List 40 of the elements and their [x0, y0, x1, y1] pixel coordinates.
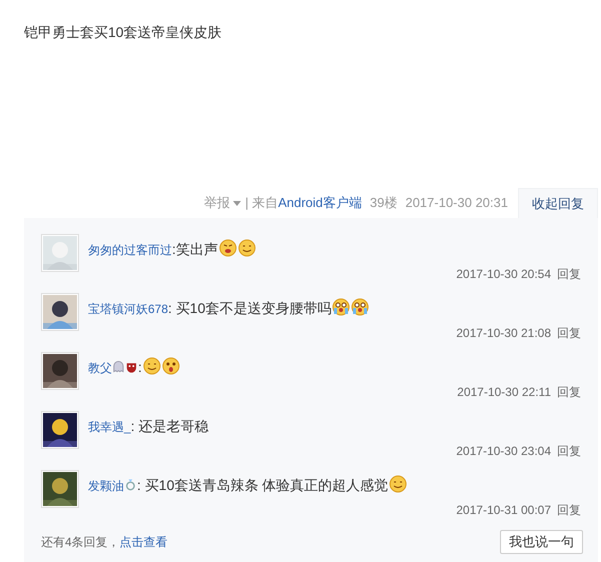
reply-link[interactable]: 回复: [557, 442, 581, 460]
reply-link[interactable]: 回复: [557, 324, 581, 342]
reply-text: : 还是老哥稳: [130, 418, 208, 434]
reply-text: :笑出声: [172, 241, 218, 257]
reply-text: :: [138, 359, 142, 375]
post-time: 2017-10-30 20:31: [405, 194, 508, 212]
floor-number: 39楼: [370, 194, 398, 212]
reply-text: : 买10套送青岛辣条 体验真正的超人感觉: [137, 477, 388, 493]
reply-time: 2017-10-30 23:04: [456, 443, 551, 460]
reply-time: 2017-10-31 00:07: [456, 502, 551, 519]
collapse-replies-tab[interactable]: 收起回复: [518, 188, 598, 218]
ghost-icon: [112, 360, 125, 374]
source-link[interactable]: Android客户端: [278, 193, 362, 213]
reply-link[interactable]: 回复: [557, 383, 581, 401]
smiley-face-icon: [238, 239, 256, 257]
view-more-link[interactable]: 点击查看: [120, 535, 168, 549]
reply-button[interactable]: 我也说一句: [500, 530, 583, 554]
post-text: 铠甲勇士套买10套送帝皇侠皮肤: [24, 24, 222, 40]
smiley-face-icon: [389, 475, 408, 493]
more-replies-label: 还有4条回复，: [41, 535, 120, 549]
reply-time: 2017-10-30 21:08: [456, 325, 551, 342]
username-link[interactable]: 宝塔镇河妖678: [88, 302, 168, 316]
reply-link[interactable]: 回复: [557, 501, 581, 519]
username-link[interactable]: 发颗油: [88, 479, 124, 493]
username-link[interactable]: 教父: [88, 361, 112, 375]
shocked-face-icon: [162, 357, 180, 375]
report-link[interactable]: 举报: [204, 193, 242, 213]
username-link[interactable]: 匆匆的过客而过: [88, 243, 172, 257]
smiley-face-icon: [142, 357, 161, 375]
crying-face-icon: [351, 298, 370, 316]
angry-face-icon: [218, 239, 237, 257]
reply-text: : 买10套不是送变身腰带吗: [168, 300, 332, 316]
reply-time: 2017-10-30 20:54: [456, 266, 551, 283]
source-label: | 来自: [245, 194, 278, 212]
caret-icon: [233, 200, 242, 206]
crying-face-icon: [332, 298, 350, 316]
reply-time: 2017-10-30 22:11: [457, 384, 551, 401]
reply-link[interactable]: 回复: [557, 265, 581, 283]
username-link[interactable]: 我幸遇_: [88, 420, 131, 434]
ring-icon: [124, 478, 137, 492]
